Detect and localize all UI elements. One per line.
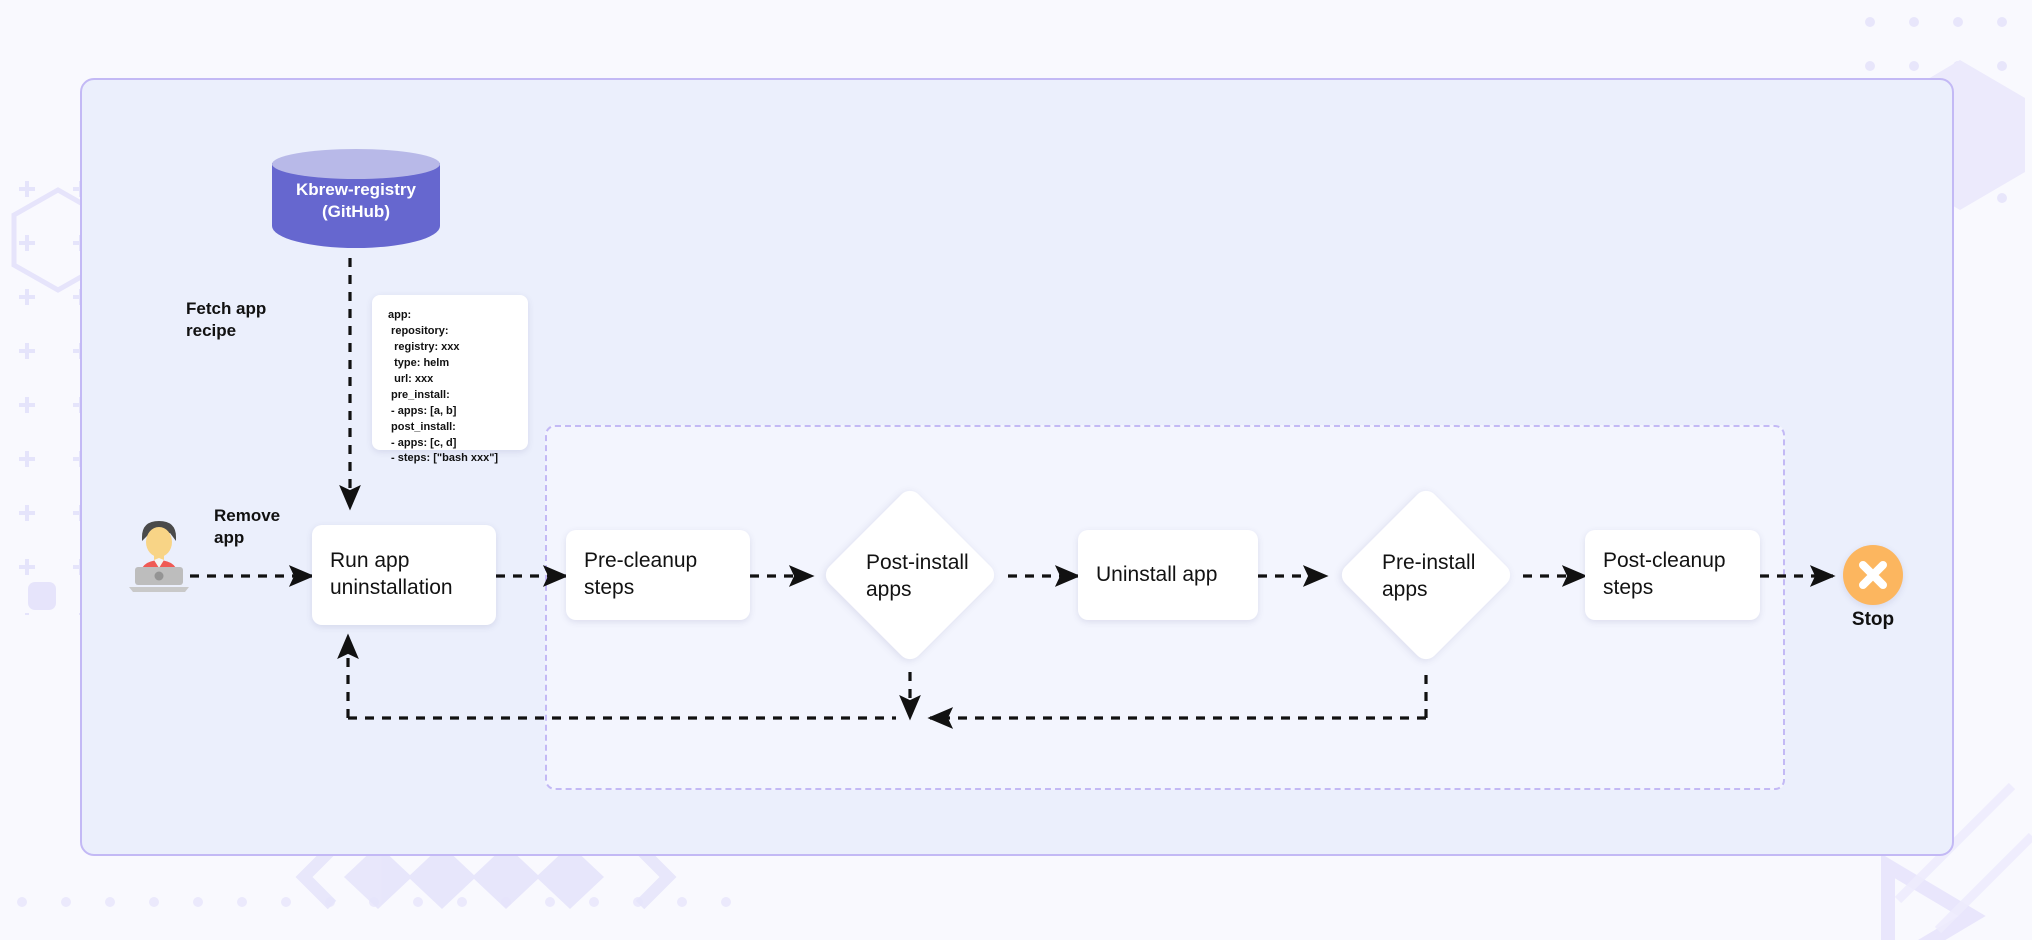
- node-label: Pre-cleanup steps: [584, 549, 698, 599]
- edge-label-fetch-recipe: Fetch app recipe: [186, 299, 267, 340]
- node-label: Post-cleanup steps: [1603, 549, 1726, 599]
- stop-terminator[interactable]: Stop: [1843, 545, 1903, 630]
- stop-label: Stop: [1851, 609, 1895, 630]
- close-x-icon: [1859, 561, 1887, 589]
- app-recipe-card: app: repository: registry: xxx type: hel…: [372, 295, 528, 464]
- registry-line1: Kbrew-registry: [296, 180, 416, 199]
- edge-label-remove-app: Remove app: [214, 506, 281, 547]
- node-post-cleanup-steps[interactable]: Post-cleanup steps: [1585, 530, 1760, 620]
- node-label: Uninstall app: [1096, 562, 1218, 586]
- cylinder-top: [272, 149, 440, 179]
- node-run-app-uninstallation[interactable]: Run app uninstallation: [312, 525, 496, 625]
- node-label: Run app uninstallation: [330, 549, 453, 599]
- user-at-laptop-icon: [129, 521, 189, 592]
- stop-circle: [1843, 545, 1903, 605]
- registry-line2: (GitHub): [322, 201, 390, 221]
- node-label: Post-install apps: [866, 551, 969, 601]
- node-uninstall-app[interactable]: Uninstall app: [1078, 530, 1258, 620]
- node-pre-cleanup-steps[interactable]: Pre-cleanup steps: [566, 530, 750, 620]
- node-label: Pre-install apps: [1382, 551, 1476, 601]
- recipe-yaml-text: app: repository: registry: xxx type: hel…: [388, 309, 499, 465]
- kbrew-registry-database[interactable]: Kbrew-registry (GitHub): [272, 149, 440, 254]
- registry-label: Kbrew-registry (GitHub): [272, 179, 440, 223]
